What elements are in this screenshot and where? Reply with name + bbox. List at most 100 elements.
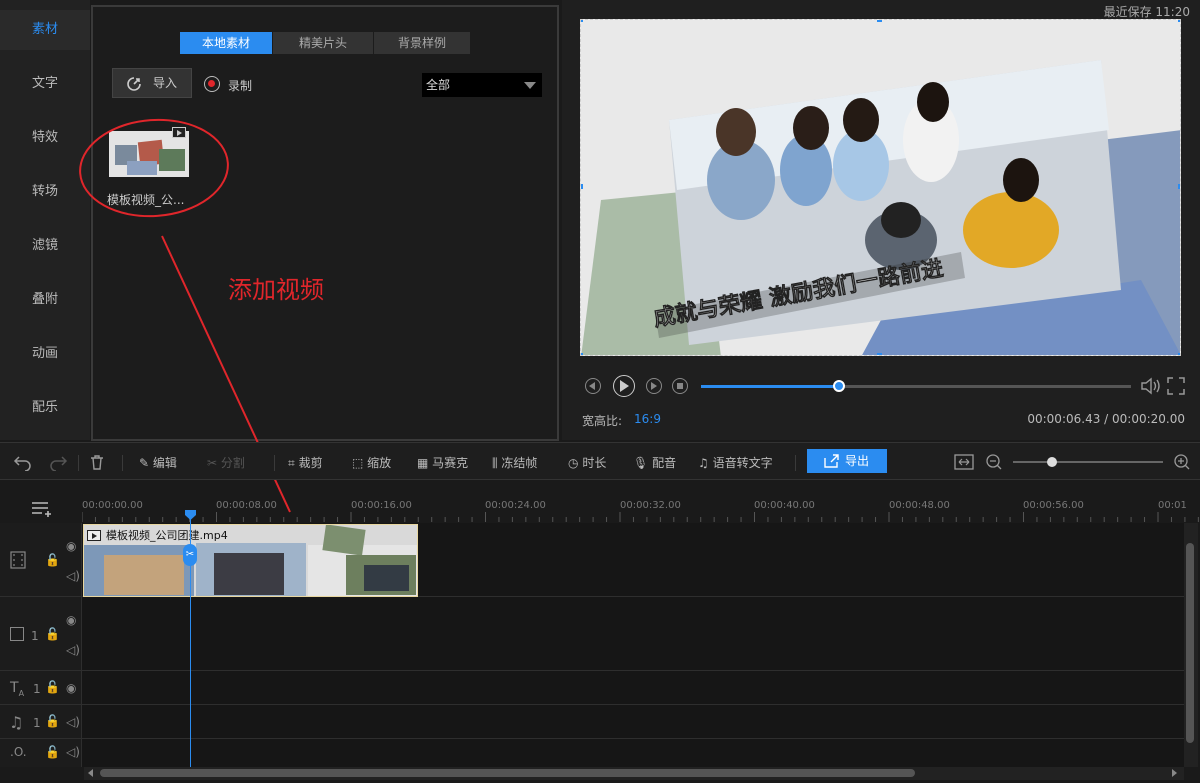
- timecode: 00:00:06.43 / 00:00:20.00: [1027, 412, 1185, 426]
- lock-icon[interactable]: 🔓: [45, 745, 60, 759]
- ruler-tick: 00:00:24.00: [485, 500, 546, 511]
- seek-handle[interactable]: [832, 380, 845, 392]
- zoom-in-icon[interactable]: [1173, 453, 1191, 471]
- fit-timeline-icon[interactable]: [954, 453, 974, 471]
- freeze-label: 冻结帧: [501, 456, 538, 470]
- mute-icon[interactable]: ◁): [66, 643, 80, 657]
- voiceover-button[interactable]: 🎙 配音: [633, 453, 676, 473]
- lock-icon[interactable]: 🔓: [45, 627, 60, 641]
- eye-icon[interactable]: ◉: [66, 681, 76, 695]
- track-header: .O. 🔓 ◁): [0, 739, 82, 767]
- sidebar-item-text[interactable]: 文字: [0, 64, 90, 104]
- eye-icon[interactable]: ◉: [66, 613, 76, 627]
- annotation-text: 添加视频: [228, 276, 324, 304]
- track-lane[interactable]: [82, 705, 1184, 738]
- crop-button[interactable]: ⌗ 裁剪: [288, 453, 323, 473]
- vertical-scroll-thumb[interactable]: [1186, 543, 1194, 743]
- tab-local-media[interactable]: 本地素材: [180, 32, 272, 54]
- previous-frame-icon[interactable]: [585, 378, 601, 394]
- tab-intros[interactable]: 精美片头: [273, 32, 373, 54]
- lock-icon[interactable]: 🔓: [45, 553, 60, 567]
- zoom-button[interactable]: ⬚ 缩放: [352, 453, 391, 473]
- ruler-tick: 00:00:08.00: [216, 500, 277, 511]
- ruler-tick: 00:00:40.00: [754, 500, 815, 511]
- import-label: 导入: [153, 76, 178, 90]
- horizontal-scroll-thumb[interactable]: [100, 769, 915, 777]
- sidebar-item-animation[interactable]: 动画: [0, 334, 90, 374]
- export-label: 导出: [845, 454, 870, 468]
- voice-track-icon: .O.: [10, 745, 27, 759]
- fullscreen-icon[interactable]: [1166, 376, 1186, 396]
- zoom-label: 缩放: [367, 456, 392, 470]
- track-lane[interactable]: [82, 739, 1184, 767]
- timeline-zoom-slider[interactable]: [1013, 461, 1163, 463]
- record-label[interactable]: 录制: [228, 77, 252, 94]
- speech-to-text-button[interactable]: ♫ 语音转文字: [698, 453, 773, 473]
- clock-icon: ◷: [568, 456, 579, 470]
- track-header: ♫ 1 🔓 ◁): [0, 705, 82, 738]
- aspect-ratio-label: 宽高比:: [582, 414, 623, 428]
- edit-icon: ✎: [139, 456, 150, 470]
- duration-button[interactable]: ◷ 时长: [568, 453, 606, 473]
- import-button[interactable]: 导入: [112, 68, 192, 98]
- sidebar-item-media[interactable]: 素材: [0, 10, 90, 50]
- sidebar-item-music[interactable]: 配乐: [0, 388, 90, 428]
- lock-icon[interactable]: 🔓: [45, 680, 60, 694]
- track-lane[interactable]: [82, 597, 1184, 670]
- filter-value: 全部: [426, 78, 451, 92]
- add-track-icon[interactable]: [30, 500, 56, 518]
- video-type-icon: [172, 127, 186, 138]
- mute-icon[interactable]: ◁): [66, 569, 80, 583]
- play-icon[interactable]: [613, 375, 635, 397]
- mosaic-button[interactable]: ▦ 马赛克: [417, 453, 468, 473]
- eye-icon[interactable]: ◉: [66, 539, 76, 553]
- split-button[interactable]: ✂ 分割: [207, 453, 245, 473]
- scroll-left-icon[interactable]: [88, 769, 93, 777]
- sidebar-item-overlays[interactable]: 叠附: [0, 280, 90, 320]
- timeline-ruler[interactable]: 00:00:00.00 00:00:08.00 00:00:16.00 00:0…: [82, 494, 1200, 522]
- split-label: 分割: [220, 456, 245, 470]
- delete-icon[interactable]: [88, 453, 106, 471]
- preview-canvas[interactable]: 成就与荣耀 激励我们一路前进: [580, 19, 1181, 356]
- clip-title: 模板视频_公司团建.mp4: [106, 529, 228, 542]
- scroll-right-icon[interactable]: [1172, 769, 1177, 777]
- tab-backgrounds[interactable]: 背景样例: [374, 32, 470, 54]
- split-marker-icon[interactable]: ✂: [183, 544, 197, 566]
- zoom-out-icon[interactable]: [985, 453, 1003, 471]
- speech-to-text-label: 语音转文字: [712, 456, 773, 470]
- effects-track: .O. 🔓 ◁): [0, 739, 1184, 767]
- sidebar-item-effects[interactable]: 特效: [0, 118, 90, 158]
- crop-label: 裁剪: [298, 456, 323, 470]
- track-header: 🔓 ◉ ◁): [0, 523, 82, 596]
- aspect-ratio-value[interactable]: 16:9: [634, 412, 661, 426]
- ruler-tick: 00:00:48.00: [889, 500, 950, 511]
- chevron-down-icon: [524, 82, 536, 89]
- media-filter-select[interactable]: 全部: [422, 73, 542, 97]
- timeline-zoom-handle[interactable]: [1047, 457, 1057, 467]
- next-frame-icon[interactable]: [646, 378, 662, 394]
- text-track-icon: TA: [10, 680, 25, 698]
- freeze-frame-button[interactable]: ⫼ 冻结帧: [492, 453, 537, 473]
- export-button[interactable]: 导出: [807, 449, 887, 473]
- microphone-icon: 🎙: [633, 456, 649, 470]
- sidebar-item-filters[interactable]: 滤镜: [0, 226, 90, 266]
- edit-label: 编辑: [152, 456, 177, 470]
- track-number: 1: [33, 682, 41, 696]
- text-track: TA 1 🔓 ◉: [0, 671, 1184, 705]
- mute-icon[interactable]: ◁): [66, 715, 80, 729]
- category-sidebar: 素材 文字 特效 转场 滤镜 叠附 动画 配乐: [0, 0, 90, 440]
- volume-icon[interactable]: [1140, 376, 1162, 396]
- stop-icon[interactable]: [672, 378, 688, 394]
- mute-icon[interactable]: ◁): [66, 745, 80, 759]
- sidebar-item-transitions[interactable]: 转场: [0, 172, 90, 212]
- film-icon: [10, 551, 26, 569]
- record-icon[interactable]: [204, 76, 220, 92]
- undo-icon[interactable]: [13, 453, 33, 471]
- edit-button[interactable]: ✎ 编辑: [139, 453, 177, 473]
- voiceover-label: 配音: [652, 456, 677, 470]
- redo-icon[interactable]: [48, 453, 68, 471]
- ruler-ticks: [82, 512, 1199, 522]
- crop-icon: ⌗: [288, 456, 295, 470]
- lock-icon[interactable]: 🔓: [45, 714, 60, 728]
- track-lane[interactable]: [82, 671, 1184, 704]
